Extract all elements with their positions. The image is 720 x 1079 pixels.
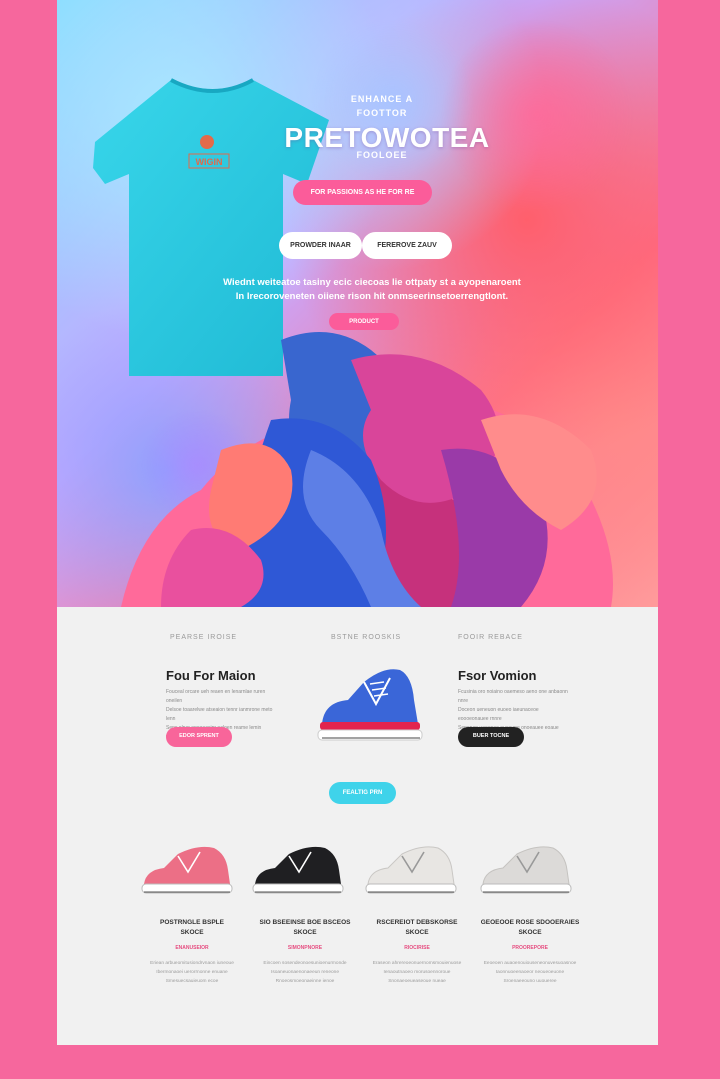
grey-sneaker-icon (480, 846, 572, 894)
hero-tagline: FOOLOEE (356, 150, 408, 160)
product-1-price: ENANUSEIOR (175, 945, 209, 951)
hero-small-button[interactable]: PRODUCT (329, 313, 399, 330)
tshirt-logo-text: WIGIN (196, 157, 223, 167)
hero-subtitle: ENHANCE A FOOTTOR (350, 94, 414, 118)
column-3-button[interactable]: BUER TOCNE (458, 727, 524, 747)
column-1-button[interactable]: EDOR SPRENT (166, 727, 232, 747)
middle-cta-button[interactable]: FEALTIG PRN (329, 782, 396, 804)
product-card-1-image[interactable] (131, 840, 241, 904)
product-3-name[interactable]: RSCEREIOT DEBSKORSE SKOCE (362, 918, 472, 938)
column-3-title: Fsor Vomion (458, 668, 537, 683)
white-sneaker-icon (365, 846, 457, 894)
product-3-price: RIOCIRISE (404, 945, 430, 951)
hero-secondary-button-1[interactable]: PROWDER INAAR (279, 232, 362, 259)
fabric-pile-image (121, 332, 613, 607)
column-1-label: PEARSE IROISE (170, 634, 238, 641)
product-3-description: Eraseon ahrereoeonuernomsmouienuose Iena… (372, 961, 462, 984)
column-3-label: FOOIR REBACE (458, 634, 523, 641)
product-2-name[interactable]: SIO BSEEINSE BOE BSCEOS SKOCE (250, 918, 360, 938)
hero-section: WIGIN ENHANCE A FOOTTOR PRETOWOTEA FOOLO… (57, 0, 658, 607)
hero-cta-button[interactable]: FOR PASSIONS AS HE FOR RE (293, 180, 432, 205)
column-1-title: Fou For Maion (166, 668, 256, 683)
column-2-label: BSTNE ROOSKIS (331, 634, 402, 641)
product-1-description: Eriean arbueomitusiondrvnaon iuneoue Ibe… (150, 961, 234, 984)
product-card-3-image[interactable] (355, 840, 465, 904)
product-card-4-image[interactable] (470, 840, 580, 904)
product-1-name[interactable]: POSTRNGLE BSPLE SKOCE (137, 918, 247, 938)
black-sneaker-icon (252, 846, 344, 894)
product-2-description: Eincoen sosendeonoesunioenurmonde Isoane… (263, 961, 347, 984)
product-4-price: PROOREPORE (512, 945, 548, 951)
hero-secondary-button-2[interactable]: FEREROVE ZAUV (362, 232, 452, 259)
pink-sneaker-icon (141, 846, 233, 894)
hero-body-text: Wiednt weiteatoe tasiny ecic ciecoas lie… (223, 277, 521, 302)
product-4-name[interactable]: GEOEOOE ROSE SDOOERAIES SKOCE (475, 918, 585, 938)
blue-sneaker-image (317, 669, 423, 741)
product-4-description: Eeoeoen auaoenouiouseneonuvesuoasnoe Iao… (483, 961, 577, 984)
landing-page: WIGIN ENHANCE A FOOTTOR PRETOWOTEA FOOLO… (57, 0, 658, 1045)
product-card-2-image[interactable] (242, 840, 352, 904)
product-2-price: SIMONPNORE (287, 945, 323, 951)
